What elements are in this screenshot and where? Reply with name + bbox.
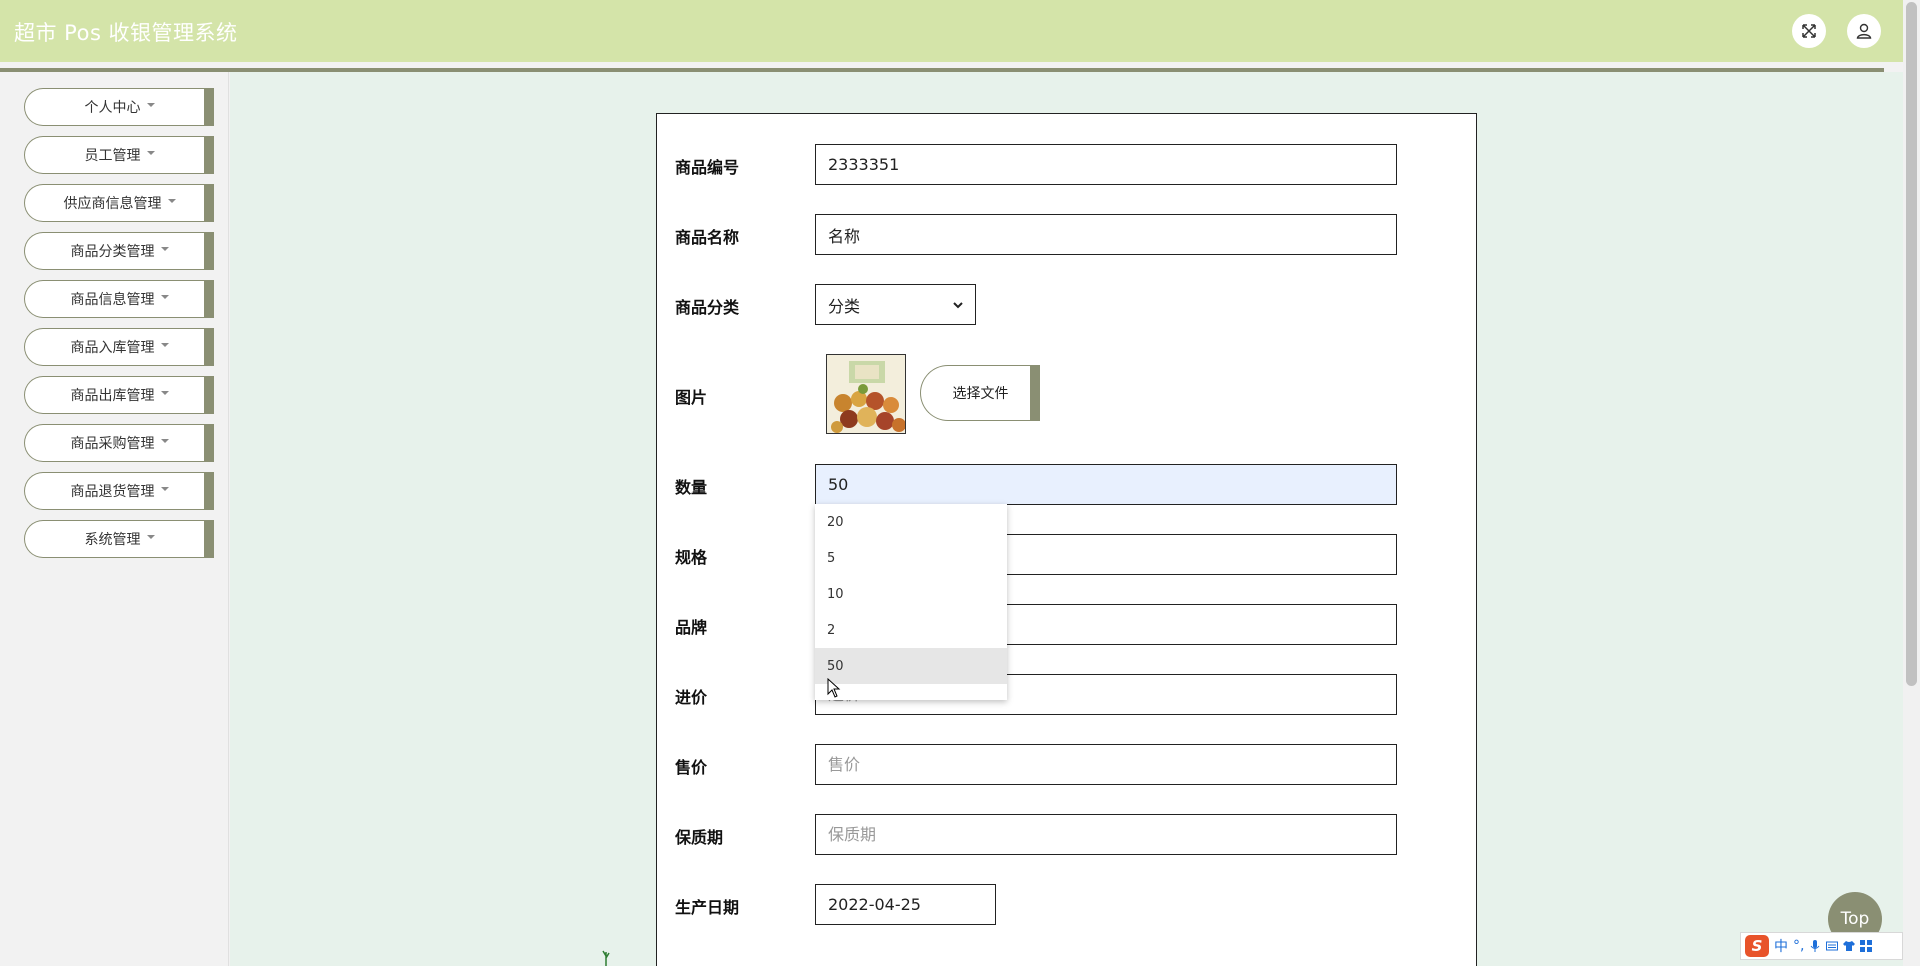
cost-label: 进价 <box>675 688 708 707</box>
code-label: 商品编号 <box>675 158 740 177</box>
category-select[interactable]: 分类 <box>815 284 976 325</box>
skin-shirt-icon[interactable] <box>1843 940 1856 952</box>
keyboard-icon[interactable] <box>1826 940 1839 952</box>
fullscreen-button[interactable] <box>1792 14 1826 48</box>
sidebar-item-purchase[interactable]: 商品采购管理 <box>24 424 214 462</box>
image-label: 图片 <box>675 388 708 407</box>
product-image <box>827 355 905 433</box>
sidebar-item-label: 商品采购管理 <box>70 436 155 452</box>
sidebar-item-supplier[interactable]: 供应商信息管理 <box>24 184 214 222</box>
sidebar-item-label: 个人中心 <box>84 100 141 116</box>
caret-down-icon <box>146 151 155 155</box>
caret-down-icon <box>160 487 169 491</box>
ime-punctuation-indicator[interactable]: °, <box>1793 938 1804 954</box>
caret-down-icon <box>146 103 155 107</box>
sidebar-item-label: 商品入库管理 <box>70 340 155 356</box>
category-selected-value: 分类 <box>828 296 861 316</box>
autocomplete-option[interactable]: 10 <box>815 576 1007 612</box>
shelf-life-input[interactable] <box>815 814 1397 855</box>
brand-label: 品牌 <box>675 618 708 637</box>
sidebar-item-product-info[interactable]: 商品信息管理 <box>24 280 214 318</box>
microphone-icon[interactable] <box>1809 940 1821 952</box>
top-header: 超市 Pos 收银管理系统 <box>0 0 1903 62</box>
sogou-logo-icon[interactable]: S <box>1745 935 1769 957</box>
sidebar-item-returns[interactable]: 商品退货管理 <box>24 472 214 510</box>
autocomplete-dropdown: 20 5 10 2 50 <box>815 504 1007 700</box>
sidebar-item-label: 供应商信息管理 <box>63 196 162 212</box>
caret-down-icon <box>160 295 169 299</box>
spec-label: 规格 <box>675 548 708 567</box>
caret-down-icon <box>160 343 169 347</box>
ime-mode-indicator[interactable]: 中 <box>1774 936 1788 956</box>
quantity-label: 数量 <box>675 478 708 497</box>
sidebar-item-system[interactable]: 系统管理 <box>24 520 214 558</box>
sidebar: 个人中心 员工管理 供应商信息管理 商品分类管理 商品信息管理 商品入库管理 商… <box>0 72 229 966</box>
user-icon <box>1856 23 1872 39</box>
plant-decoration <box>602 950 610 966</box>
chevron-down-icon <box>953 301 963 308</box>
ime-toolbar: S 中 °, <box>1740 932 1903 960</box>
sidebar-item-label: 商品信息管理 <box>70 292 155 308</box>
caret-down-icon <box>160 439 169 443</box>
caret-down-icon <box>146 535 155 539</box>
sidebar-item-label: 员工管理 <box>84 148 141 164</box>
autocomplete-option[interactable]: 2 <box>815 612 1007 648</box>
price-input[interactable] <box>815 744 1397 785</box>
expand-icon <box>1802 24 1816 38</box>
code-input[interactable] <box>815 144 1397 185</box>
autocomplete-option[interactable]: 20 <box>815 504 1007 540</box>
scrollbar-thumb[interactable] <box>1906 2 1917 686</box>
sidebar-item-label: 系统管理 <box>84 532 141 548</box>
category-label: 商品分类 <box>675 298 740 317</box>
autocomplete-option[interactable]: 5 <box>815 540 1007 576</box>
production-date-input[interactable]: 2022-04-25 <box>815 884 996 925</box>
sidebar-item-label: 商品分类管理 <box>70 244 155 260</box>
user-button[interactable] <box>1847 14 1881 48</box>
sidebar-item-label: 商品退货管理 <box>70 484 155 500</box>
name-input[interactable] <box>815 214 1397 255</box>
app-title: 超市 Pos 收银管理系统 <box>14 21 238 45</box>
sidebar-item-stock-out[interactable]: 商品出库管理 <box>24 376 214 414</box>
sidebar-item-stock-in[interactable]: 商品入库管理 <box>24 328 214 366</box>
sidebar-item-category[interactable]: 商品分类管理 <box>24 232 214 270</box>
grid-menu-icon[interactable] <box>1860 940 1873 952</box>
name-label: 商品名称 <box>675 228 740 247</box>
mouse-cursor-icon <box>827 678 841 698</box>
autocomplete-option-highlighted[interactable]: 50 <box>815 648 1007 684</box>
caret-down-icon <box>160 391 169 395</box>
price-label: 售价 <box>675 758 708 777</box>
production-date-label: 生产日期 <box>675 898 740 917</box>
sidebar-item-label: 商品出库管理 <box>70 388 155 404</box>
choose-file-button[interactable]: 选择文件 <box>920 365 1040 421</box>
shelf-life-label: 保质期 <box>675 828 724 847</box>
caret-down-icon <box>167 199 176 203</box>
caret-down-icon <box>160 247 169 251</box>
sidebar-item-staff[interactable]: 员工管理 <box>24 136 214 174</box>
sidebar-item-personal-center[interactable]: 个人中心 <box>24 88 214 126</box>
product-image-thumbnail <box>826 354 906 434</box>
quantity-input[interactable] <box>815 464 1397 505</box>
